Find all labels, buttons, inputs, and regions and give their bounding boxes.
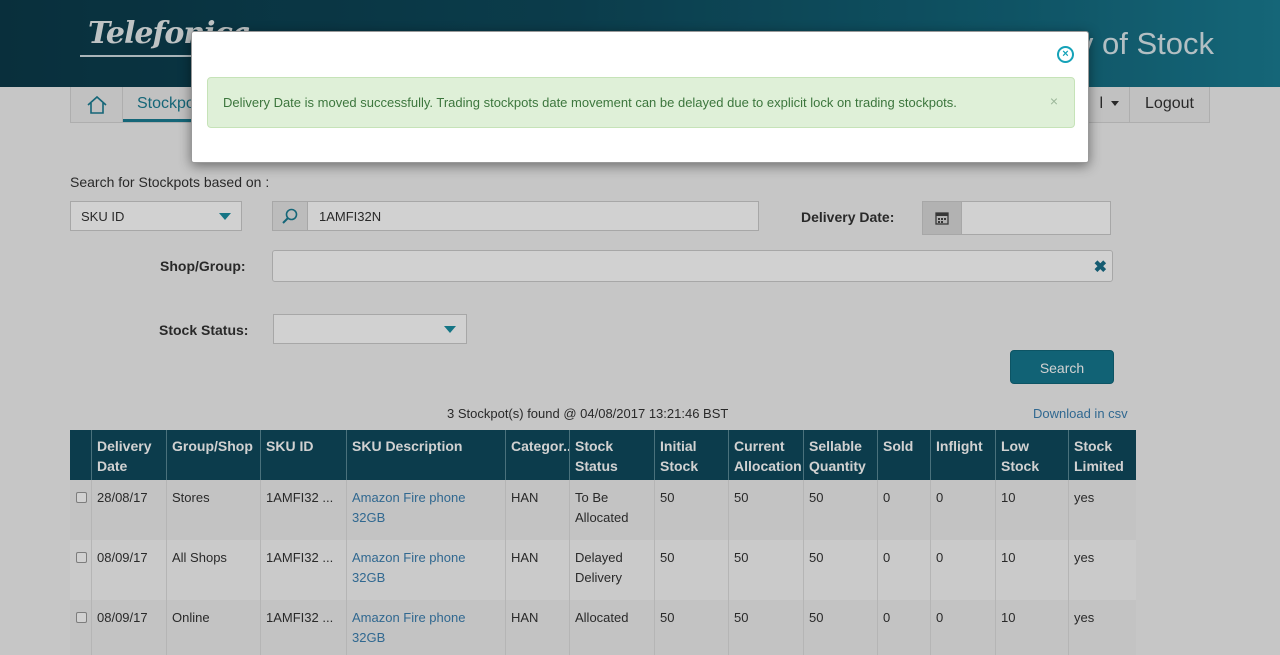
- close-icon[interactable]: ×: [1057, 46, 1074, 63]
- alert-message: Delivery Date is moved successfully. Tra…: [223, 95, 957, 110]
- alert-dismiss-button[interactable]: ×: [1050, 93, 1058, 109]
- notification-modal: × Delivery Date is moved successfully. T…: [191, 31, 1089, 163]
- success-alert: Delivery Date is moved successfully. Tra…: [207, 77, 1075, 128]
